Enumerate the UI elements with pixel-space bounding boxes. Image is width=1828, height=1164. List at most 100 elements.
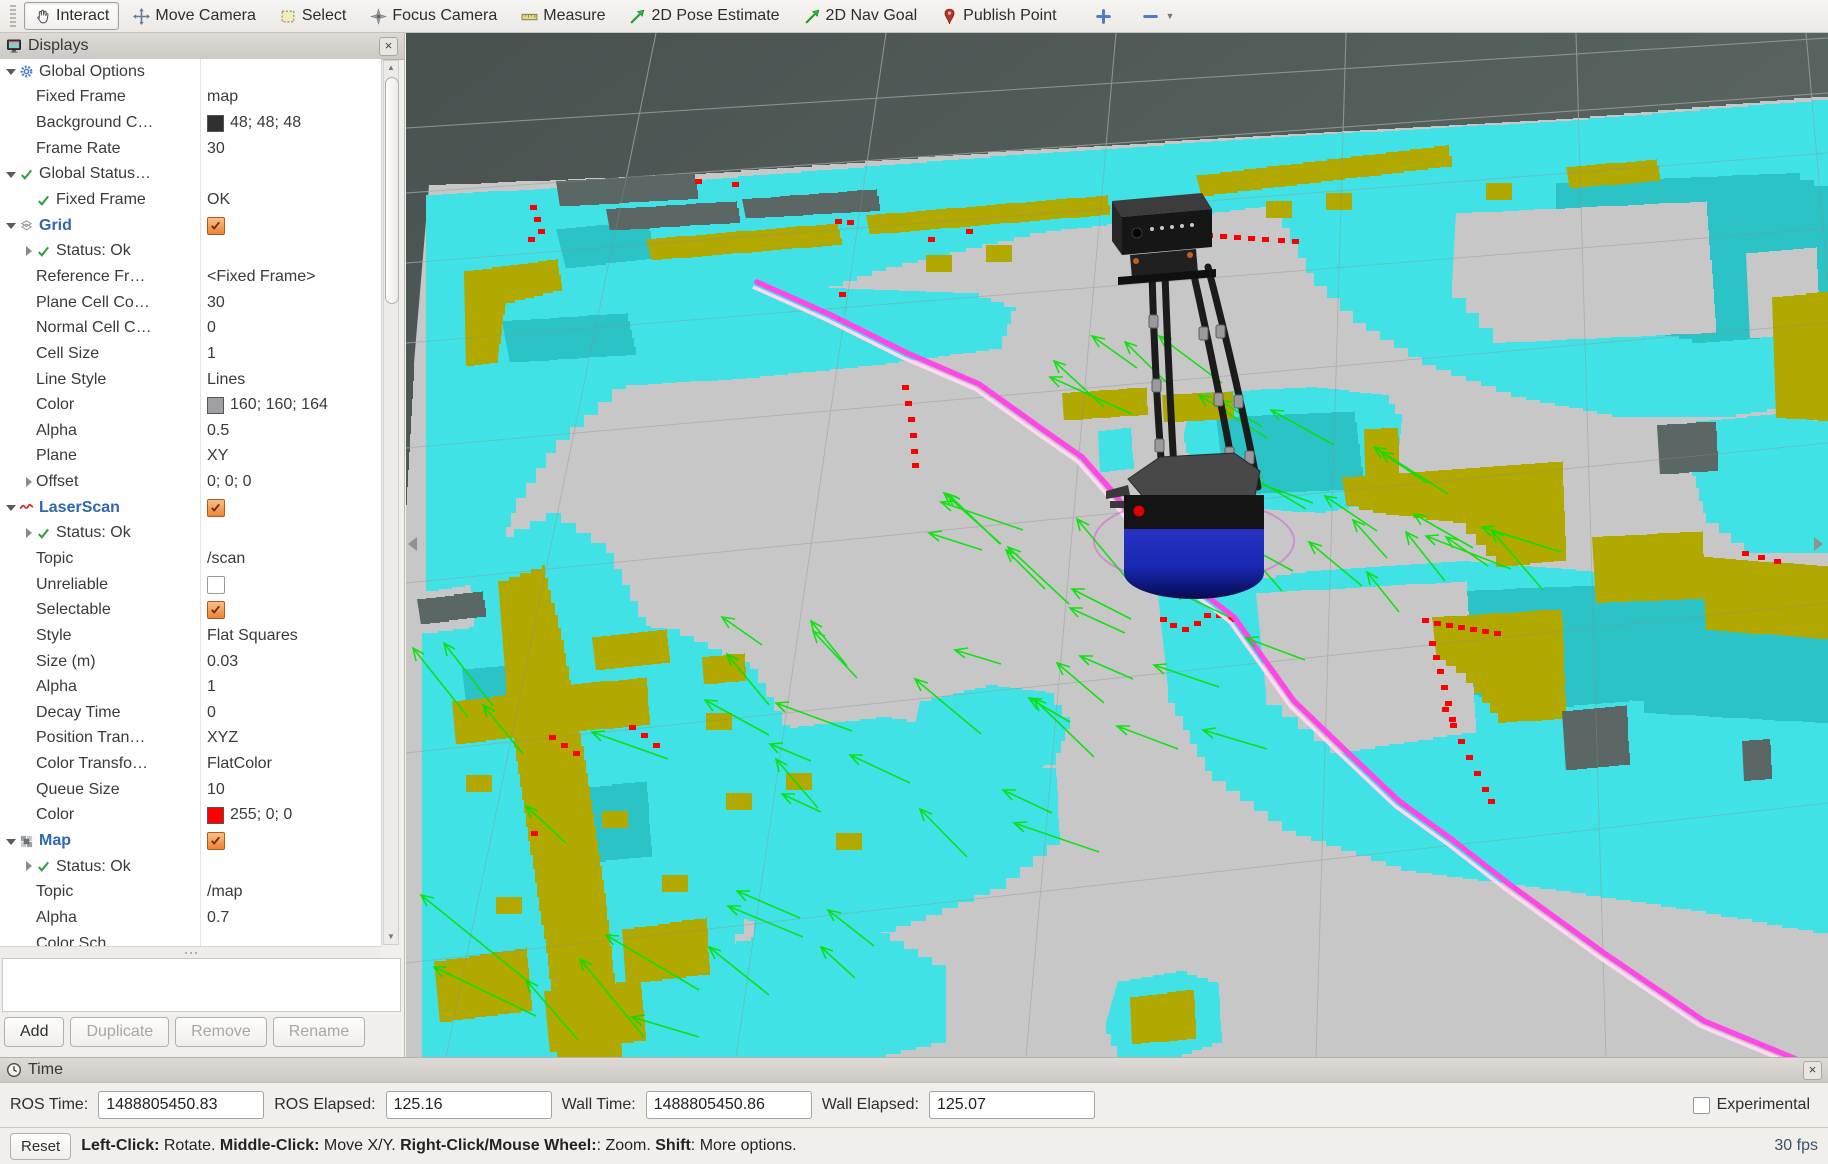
property-value[interactable]: XYZ (200, 729, 381, 747)
expand-arrow-icon[interactable] (21, 475, 36, 490)
tree-row-global-status[interactable]: Global Status… (0, 162, 381, 188)
panel-splitter-handle[interactable] (0, 946, 381, 958)
collapse-arrow-icon[interactable] (4, 167, 19, 182)
property-value[interactable]: 0.5 (200, 422, 381, 440)
property-value[interactable]: 0.7 (200, 909, 381, 927)
tree-row-reference-fr[interactable]: Reference Fr…<Fixed Frame> (0, 264, 381, 290)
collapse-right-dock-icon[interactable] (1814, 537, 1823, 551)
property-value[interactable]: Flat Squares (200, 627, 381, 645)
expand-arrow-icon[interactable] (21, 244, 36, 259)
property-value[interactable]: Lines (200, 371, 381, 389)
tree-row-alpha[interactable]: Alpha0.5 (0, 418, 381, 444)
property-value[interactable]: <Fixed Frame> (200, 268, 381, 286)
tree-row-map[interactable]: Map (0, 828, 381, 854)
tree-row-queue-size[interactable]: Queue Size10 (0, 777, 381, 803)
tree-row-status-ok[interactable]: Status: Ok (0, 238, 381, 264)
property-value[interactable]: 0; 0; 0 (200, 473, 381, 491)
close-icon[interactable]: × (379, 37, 398, 56)
checkbox-unchecked[interactable] (207, 576, 225, 594)
property-value[interactable]: /map (200, 883, 381, 901)
tree-row-offset[interactable]: Offset0; 0; 0 (0, 469, 381, 495)
tree-row-style[interactable]: StyleFlat Squares (0, 623, 381, 649)
tree-row-topic[interactable]: Topic/map (0, 880, 381, 906)
tree-row-alpha[interactable]: Alpha0.7 (0, 905, 381, 931)
property-value[interactable]: map (200, 88, 381, 106)
3d-viewport[interactable] (406, 33, 1828, 1057)
tree-row-alpha[interactable]: Alpha1 (0, 674, 381, 700)
tree-row-decay-time[interactable]: Decay Time0 (0, 700, 381, 726)
tool-focus-camera[interactable]: Focus Camera (360, 2, 507, 30)
expand-arrow-icon[interactable] (21, 859, 36, 874)
wall-elapsed-field[interactable] (929, 1091, 1095, 1119)
tree-row-laserscan[interactable]: LaserScan (0, 495, 381, 521)
property-value[interactable]: /scan (200, 550, 381, 568)
property-value[interactable]: 30 (200, 140, 381, 158)
rename-button[interactable]: Rename (273, 1017, 365, 1047)
close-icon[interactable]: × (1803, 1061, 1822, 1080)
ros-elapsed-field[interactable] (386, 1091, 552, 1119)
checkbox-checked[interactable] (207, 217, 225, 235)
collapse-arrow-icon[interactable] (4, 218, 19, 233)
property-value[interactable]: 10 (200, 781, 381, 799)
tree-row-normal-cell-c[interactable]: Normal Cell C…0 (0, 315, 381, 341)
tree-row-grid[interactable]: Grid (0, 213, 381, 239)
tree-row-line-style[interactable]: Line StyleLines (0, 367, 381, 393)
tree-row-status-ok[interactable]: Status: Ok (0, 854, 381, 880)
tree-row-color[interactable]: Color255; 0; 0 (0, 803, 381, 829)
tool-move-camera[interactable]: Move Camera (123, 2, 265, 30)
tool-2d-pose-estimate[interactable]: 2D Pose Estimate (619, 2, 789, 30)
tree-row-global-options[interactable]: Global Options (0, 59, 381, 85)
remove-button[interactable]: Remove (175, 1017, 267, 1047)
collapse-arrow-icon[interactable] (4, 64, 19, 79)
tree-row-color-transfo[interactable]: Color Transfo…FlatColor (0, 751, 381, 777)
property-value[interactable]: XY (200, 447, 381, 465)
tree-row-status-ok[interactable]: Status: Ok (0, 521, 381, 547)
tree-row-plane[interactable]: PlaneXY (0, 444, 381, 470)
displays-tree[interactable]: Global OptionsFixed FramemapBackground C… (0, 59, 382, 946)
scroll-down-icon[interactable]: ▼ (384, 930, 398, 944)
collapse-left-dock-icon[interactable] (408, 537, 417, 551)
tree-row-unreliable[interactable]: Unreliable (0, 572, 381, 598)
add-tool-button[interactable] (1085, 2, 1122, 30)
tree-row-fixed-frame[interactable]: Fixed Framemap (0, 85, 381, 111)
wall-time-field[interactable] (646, 1091, 812, 1119)
collapse-arrow-icon[interactable] (4, 834, 19, 849)
checkbox-checked[interactable] (207, 832, 225, 850)
tree-row-fixed-frame[interactable]: Fixed FrameOK (0, 187, 381, 213)
property-value[interactable]: 0.03 (200, 653, 381, 671)
tree-row-frame-rate[interactable]: Frame Rate30 (0, 136, 381, 162)
toolbar-drag-handle[interactable] (10, 5, 16, 27)
vertical-scrollbar[interactable]: ▲ ▼ (383, 60, 399, 945)
property-value[interactable]: 160; 160; 164 (200, 396, 381, 414)
scrollbar-thumb[interactable] (385, 77, 399, 304)
add-button[interactable]: Add (4, 1017, 64, 1047)
tree-row-selectable[interactable]: Selectable (0, 597, 381, 623)
tree-row-position-tran[interactable]: Position Tran…XYZ (0, 726, 381, 752)
duplicate-button[interactable]: Duplicate (70, 1017, 169, 1047)
property-value[interactable]: 0 (200, 704, 381, 722)
property-value[interactable]: 30 (200, 294, 381, 312)
tool-publish-point[interactable]: Publish Point (931, 2, 1066, 30)
tree-row-plane-cell-co[interactable]: Plane Cell Co…30 (0, 290, 381, 316)
property-value[interactable]: 48; 48; 48 (200, 114, 381, 132)
tree-row-background-c[interactable]: Background C…48; 48; 48 (0, 110, 381, 136)
tool-select[interactable]: Select (270, 2, 356, 30)
tree-row-cell-size[interactable]: Cell Size1 (0, 341, 381, 367)
tool-2d-nav-goal[interactable]: 2D Nav Goal (794, 2, 928, 30)
property-value[interactable]: 1 (200, 678, 381, 696)
property-value[interactable]: 1 (200, 345, 381, 363)
ros-time-field[interactable] (98, 1091, 264, 1119)
tool-measure[interactable]: Measure (511, 2, 615, 30)
tree-row-topic[interactable]: Topic/scan (0, 546, 381, 572)
tool-interact[interactable]: Interact (24, 2, 119, 30)
checkbox-checked[interactable] (207, 601, 225, 619)
experimental-checkbox[interactable] (1693, 1097, 1710, 1114)
reset-button[interactable]: Reset (10, 1133, 71, 1160)
tree-row-color[interactable]: Color160; 160; 164 (0, 392, 381, 418)
collapse-arrow-icon[interactable] (4, 500, 19, 515)
tree-row-size-m[interactable]: Size (m)0.03 (0, 649, 381, 675)
checkbox-checked[interactable] (207, 499, 225, 517)
property-value[interactable]: 255; 0; 0 (200, 806, 381, 824)
property-value[interactable]: 0 (200, 319, 381, 337)
tree-row-color-sch[interactable]: Color Sch… (0, 931, 381, 946)
